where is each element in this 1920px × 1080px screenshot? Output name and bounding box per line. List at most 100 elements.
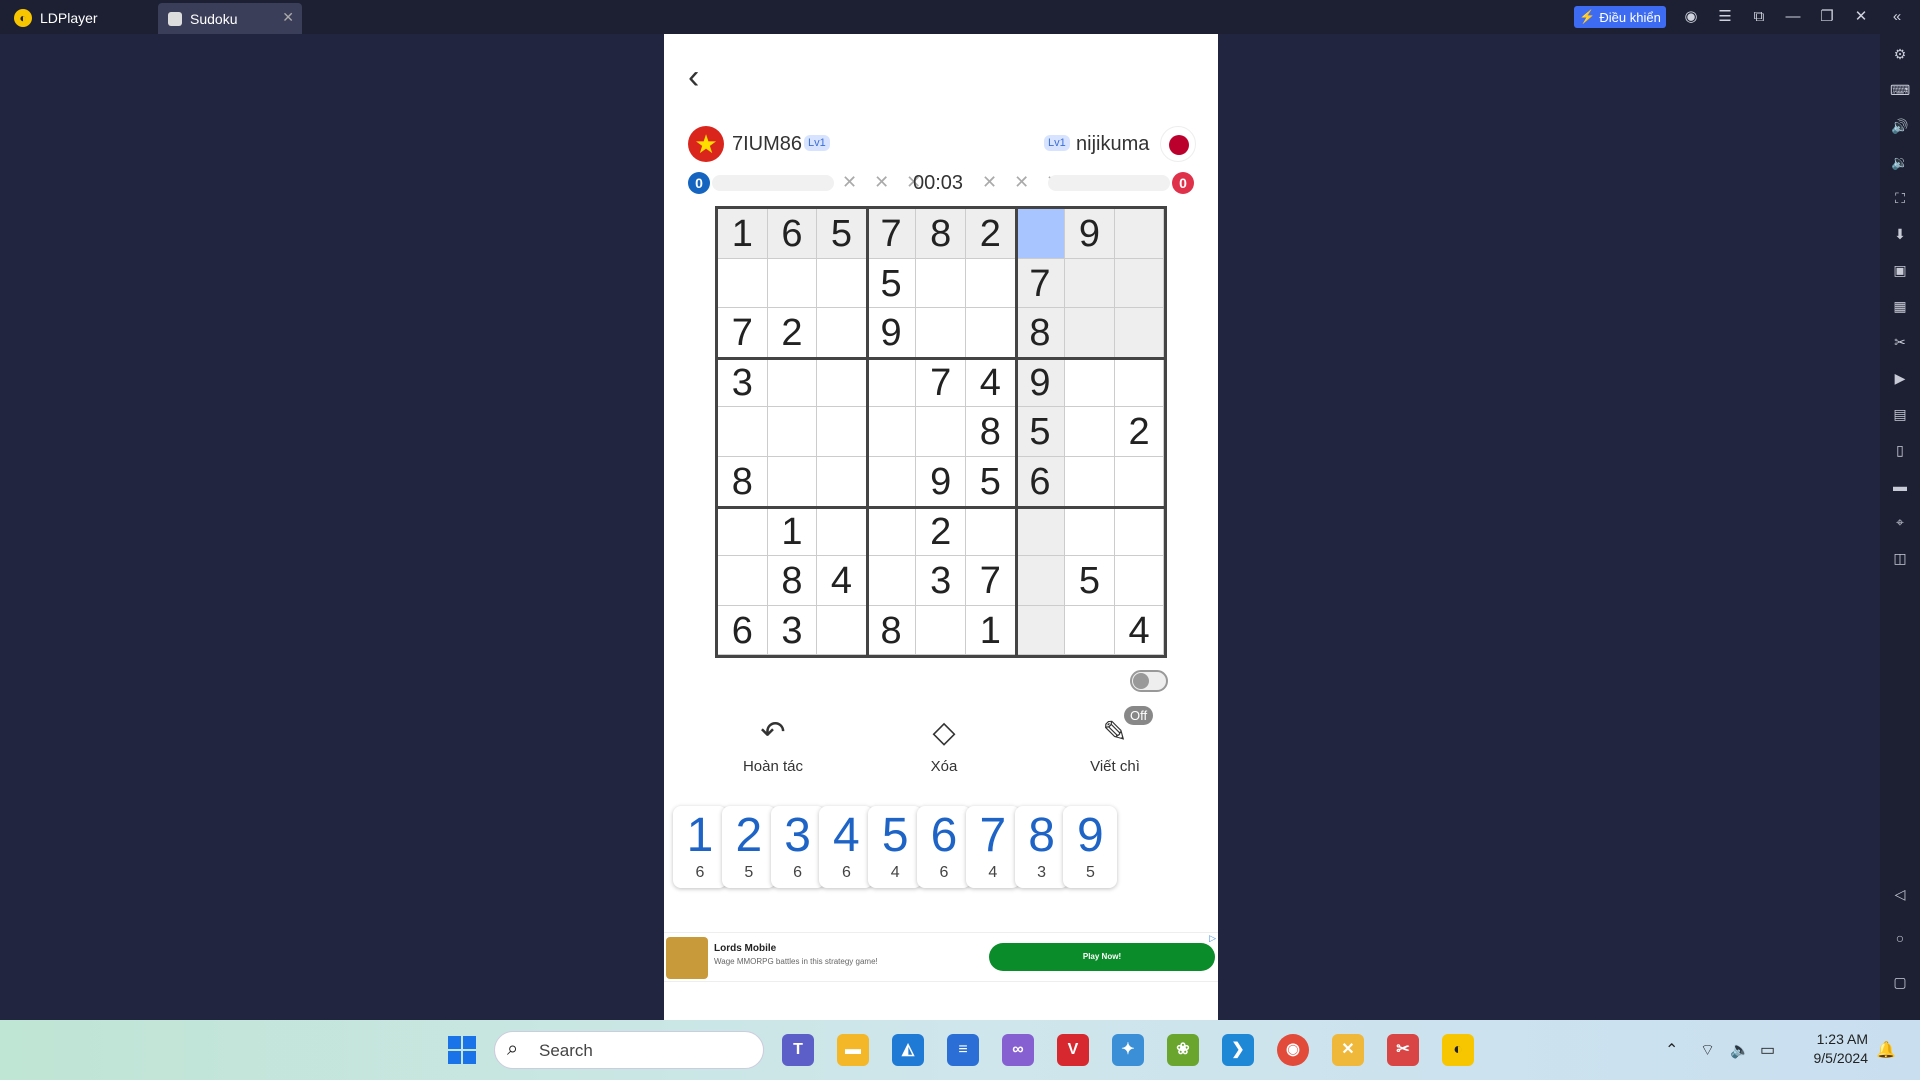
sudoku-cell[interactable]: 1 (966, 605, 1016, 656)
sudoku-cell[interactable]: 3 (767, 605, 818, 656)
sudoku-cell[interactable] (866, 407, 917, 457)
sudoku-cell[interactable]: 7 (866, 209, 917, 259)
sudoku-cell[interactable] (767, 407, 818, 457)
sudoku-cell[interactable] (718, 556, 768, 606)
sudoku-cell[interactable] (1015, 209, 1066, 259)
sudoku-cell[interactable] (817, 605, 867, 656)
sudoku-cell[interactable]: 3 (916, 556, 966, 606)
sudoku-cell[interactable] (767, 457, 818, 507)
sudoku-cell[interactable]: 1 (767, 506, 818, 557)
undo-button[interactable]: ↶ Hoàn tác (718, 714, 828, 775)
app-snip-icon[interactable]: ✂ (1387, 1034, 1419, 1066)
app-leaf-icon[interactable]: ❀ (1167, 1034, 1199, 1066)
sudoku-cell[interactable]: 4 (966, 357, 1016, 408)
sudoku-cell[interactable]: 9 (916, 457, 966, 507)
sudoku-cell[interactable]: 6 (718, 605, 768, 656)
fullscreen-icon[interactable]: ⛶ (1890, 188, 1910, 208)
shake-icon[interactable]: ▯ (1890, 440, 1910, 460)
sudoku-cell[interactable] (767, 258, 818, 309)
sudoku-cell[interactable] (916, 605, 966, 656)
android-home-icon[interactable]: ○ (1890, 928, 1910, 948)
teams-icon[interactable]: T (782, 1034, 814, 1066)
close-window-icon[interactable]: ✕ (1850, 6, 1872, 28)
minimize-icon[interactable]: — (1782, 6, 1804, 28)
sudoku-cell[interactable]: 5 (1015, 407, 1066, 457)
sudoku-cell[interactable]: 5 (966, 457, 1016, 507)
sudoku-cell[interactable] (1065, 506, 1115, 557)
sudoku-cell[interactable] (1065, 605, 1115, 656)
sudoku-cell[interactable]: 1 (718, 209, 768, 259)
sudoku-cell[interactable]: 8 (866, 605, 917, 656)
number-key[interactable]: 16 (673, 806, 727, 888)
account-icon[interactable]: ◉ (1680, 6, 1702, 28)
photos-icon[interactable]: ◭ (892, 1034, 924, 1066)
sudoku-cell[interactable] (966, 308, 1016, 358)
location-icon[interactable]: ⌖ (1890, 512, 1910, 532)
boost-toggle[interactable] (1130, 670, 1168, 692)
app-bird-icon[interactable]: ✦ (1112, 1034, 1144, 1066)
sudoku-cell[interactable] (1065, 357, 1115, 408)
sudoku-cell[interactable]: 8 (767, 556, 818, 606)
number-key[interactable]: 46 (819, 806, 874, 888)
restore-icon[interactable]: ❐ (1816, 6, 1838, 28)
sudoku-cell[interactable]: 7 (718, 308, 768, 358)
sudoku-cell[interactable] (718, 407, 768, 457)
tab-sudoku[interactable]: Sudoku ✕ (158, 3, 302, 34)
sudoku-cell[interactable]: 7 (1015, 258, 1066, 309)
back-arrow-icon[interactable]: ‹ (688, 60, 699, 94)
number-key[interactable]: 54 (868, 806, 923, 888)
sudoku-cell[interactable]: 4 (817, 556, 867, 606)
sudoku-cell[interactable] (916, 258, 966, 309)
number-key[interactable]: 36 (770, 806, 825, 888)
sudoku-cell[interactable] (817, 457, 867, 507)
sudoku-cell[interactable] (1015, 556, 1066, 606)
sudoku-cell[interactable] (1114, 258, 1165, 309)
sudoku-cell[interactable]: 9 (1015, 357, 1066, 408)
sudoku-cell[interactable]: 8 (966, 407, 1016, 457)
sudoku-cell[interactable]: 2 (966, 209, 1016, 259)
tray-expand-icon[interactable]: ⌃ (1665, 1040, 1678, 1060)
sudoku-cell[interactable]: 5 (1065, 556, 1115, 606)
volume-down-icon[interactable]: 🔉 (1890, 152, 1910, 172)
number-key[interactable]: 74 (965, 806, 1020, 888)
app-v-icon[interactable]: V (1057, 1034, 1089, 1066)
wifi-icon[interactable]: ⌔ (1700, 1040, 1715, 1060)
number-key[interactable]: 66 (917, 806, 971, 888)
sudoku-cell[interactable] (817, 407, 867, 457)
sudoku-cell[interactable] (1114, 457, 1165, 507)
ad-banner[interactable]: Lords Mobile Wage MMORPG battles in this… (664, 932, 1218, 982)
sudoku-cell[interactable] (1114, 209, 1165, 259)
erase-button[interactable]: ◇ Xóa (889, 714, 999, 775)
sudoku-cell[interactable] (767, 357, 818, 408)
sudoku-cell[interactable] (1114, 506, 1165, 557)
screen-icon[interactable]: ⧉ (1748, 6, 1770, 28)
sudoku-cell[interactable] (1065, 407, 1115, 457)
sudoku-cell[interactable] (1114, 308, 1165, 358)
battery-icon[interactable]: ▭ (1760, 1040, 1775, 1060)
number-key[interactable]: 25 (721, 806, 776, 888)
android-back-icon[interactable]: ◁ (1890, 884, 1910, 904)
sudoku-cell[interactable]: 8 (718, 457, 768, 507)
sudoku-cell[interactable]: 4 (1114, 605, 1165, 656)
ldplayer-taskbar-icon[interactable]: ◐ (1442, 1034, 1474, 1066)
speaker-icon[interactable]: 🔈 (1730, 1040, 1750, 1060)
sudoku-cell[interactable]: 3 (718, 357, 768, 408)
ad-choices-icon[interactable]: ▷ (1209, 933, 1216, 944)
taskbar-search-box[interactable]: ⌕ Search (494, 1031, 764, 1069)
sudoku-cell[interactable] (916, 308, 966, 358)
notepad-icon[interactable]: ≡ (947, 1034, 979, 1066)
sudoku-cell[interactable] (1065, 457, 1115, 507)
close-tab-icon[interactable]: ✕ (282, 9, 294, 26)
operation-record-icon[interactable]: ▦ (1890, 296, 1910, 316)
sudoku-cell[interactable] (817, 506, 867, 557)
folder-icon[interactable]: ▬ (1890, 476, 1910, 496)
ad-play-button[interactable]: Play Now! (989, 943, 1215, 971)
scissors-icon[interactable]: ✂ (1890, 332, 1910, 352)
number-key[interactable]: 83 (1014, 806, 1069, 888)
sudoku-cell[interactable]: 9 (1065, 209, 1115, 259)
menu-icon[interactable]: ☰ (1714, 6, 1736, 28)
sync-icon[interactable]: ▤ (1890, 404, 1910, 424)
android-recents-icon[interactable]: ▢ (1890, 972, 1910, 992)
sudoku-cell[interactable]: 8 (916, 209, 966, 259)
video-record-icon[interactable]: ▶ (1890, 368, 1910, 388)
